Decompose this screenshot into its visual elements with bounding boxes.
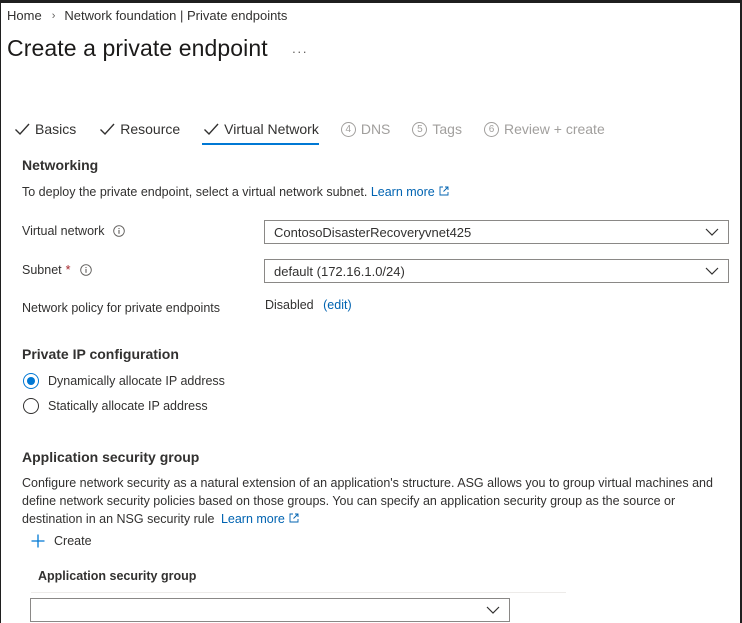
radio-label: Statically allocate IP address: [48, 399, 208, 413]
learn-more-label: Learn more: [220, 512, 285, 526]
chevron-down-icon: [705, 228, 719, 236]
step-number-icon: 5: [412, 121, 428, 137]
create-private-endpoint-page: Home › Network foundation | Private endp…: [0, 0, 742, 623]
create-asg-label: Create: [54, 534, 92, 548]
subnet-label: Subnet *: [22, 263, 92, 277]
virtual-network-value: ContosoDisasterRecoveryvnet425: [274, 224, 472, 240]
more-options-button[interactable]: ···: [292, 44, 308, 59]
networking-description-text: To deploy the private endpoint, select a…: [22, 185, 368, 199]
networking-learn-more-link[interactable]: Learn more: [371, 185, 449, 199]
radio-unselected-icon: [23, 398, 39, 414]
external-link-icon: [439, 186, 449, 196]
breadcrumb: Home › Network foundation | Private endp…: [7, 8, 287, 23]
virtual-network-select[interactable]: ContosoDisasterRecoveryvnet425: [264, 220, 729, 244]
network-policy-label: Network policy for private endpoints: [22, 301, 221, 315]
tab-resource[interactable]: Resource: [98, 118, 180, 140]
chevron-down-icon: [705, 267, 719, 275]
network-policy-status: Disabled: [265, 298, 314, 312]
step-number-icon: 4: [340, 121, 356, 137]
virtual-network-label: Virtual network: [22, 224, 126, 238]
wizard-tabs: Basics Resource Virtual Network 4 DNS 5 …: [13, 118, 627, 145]
networking-description: To deploy the private endpoint, select a…: [22, 183, 449, 201]
subnet-select[interactable]: default (172.16.1.0/24): [264, 259, 729, 283]
radio-static-ip[interactable]: Statically allocate IP address: [23, 398, 208, 414]
networking-heading: Networking: [22, 157, 99, 173]
asg-column-header: Application security group: [38, 569, 197, 583]
chevron-down-icon: [486, 606, 500, 614]
tab-tags[interactable]: 5 Tags: [412, 118, 462, 140]
asg-select[interactable]: [30, 598, 510, 622]
asg-heading: Application security group: [22, 449, 200, 465]
tab-label: Basics: [35, 121, 77, 137]
breadcrumb-home[interactable]: Home: [7, 8, 42, 23]
tab-basics[interactable]: Basics: [13, 118, 76, 140]
checkmark-icon: [15, 123, 30, 136]
subnet-value: default (172.16.1.0/24): [274, 263, 405, 279]
info-icon[interactable]: [113, 225, 126, 237]
asg-description: Configure network security as a natural …: [22, 474, 734, 528]
asg-learn-more-link[interactable]: Learn more: [221, 512, 299, 526]
checkmark-icon: [100, 123, 115, 136]
tab-label: Review + create: [503, 121, 605, 137]
page-title: Create a private endpoint: [7, 35, 268, 61]
breadcrumb-separator-icon: ›: [51, 9, 56, 22]
tab-review-create[interactable]: 6 Review + create: [483, 118, 605, 140]
virtual-network-label-text: Virtual network: [22, 224, 105, 238]
tab-label: DNS: [360, 121, 391, 137]
network-policy-edit-link[interactable]: (edit): [323, 298, 351, 312]
checkmark-icon: [204, 123, 219, 136]
subnet-label-text: Subnet: [22, 263, 62, 277]
asg-description-text: Configure network security as a natural …: [22, 476, 713, 526]
create-asg-button[interactable]: Create: [31, 534, 92, 548]
radio-selected-icon: [23, 373, 39, 389]
tab-virtual-network[interactable]: Virtual Network: [202, 118, 319, 145]
external-link-icon: [289, 513, 299, 523]
tab-label: Virtual Network: [224, 121, 319, 137]
tab-label: Resource: [120, 121, 181, 137]
step-number-icon: 6: [483, 121, 499, 137]
required-mark: *: [65, 263, 71, 277]
private-ip-heading: Private IP configuration: [22, 346, 179, 362]
network-policy-value: Disabled (edit): [265, 298, 352, 312]
breadcrumb-current[interactable]: Network foundation | Private endpoints: [64, 8, 287, 23]
title-row: Create a private endpoint ···: [7, 35, 308, 62]
info-icon[interactable]: [79, 264, 92, 276]
learn-more-label: Learn more: [370, 185, 435, 199]
asg-column-divider: [31, 592, 566, 593]
tab-label: Tags: [432, 121, 462, 137]
tab-dns[interactable]: 4 DNS: [340, 118, 391, 140]
radio-dynamic-ip[interactable]: Dynamically allocate IP address: [23, 373, 225, 389]
radio-label: Dynamically allocate IP address: [48, 374, 225, 388]
plus-icon: [31, 534, 45, 548]
